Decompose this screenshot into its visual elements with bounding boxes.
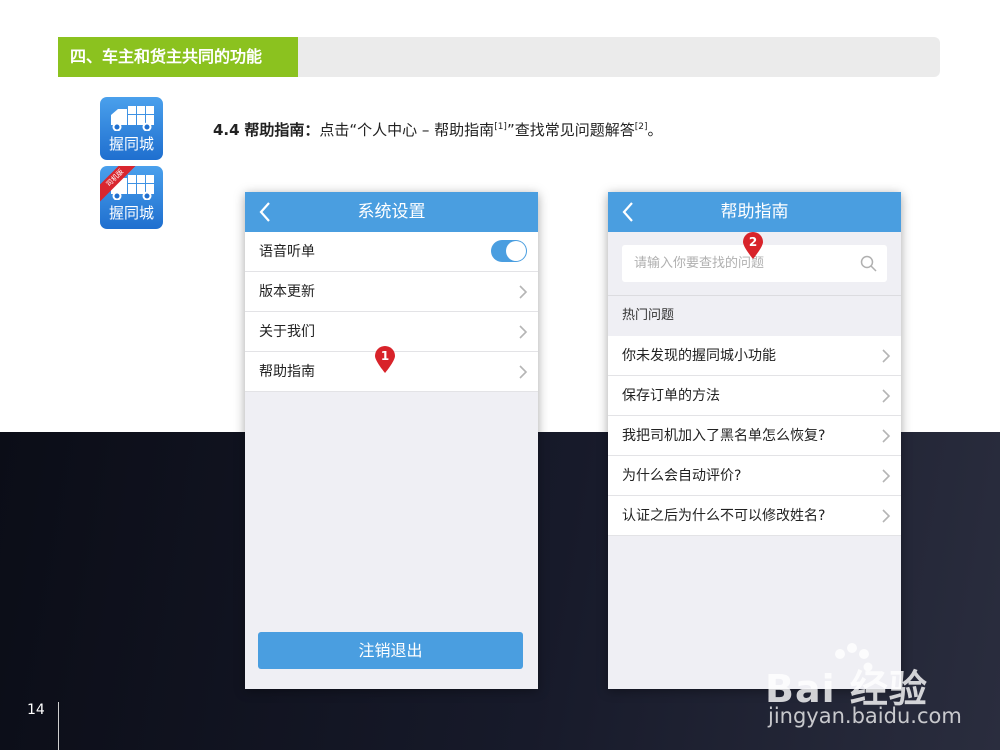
app-icon-label: 握同城	[108, 204, 154, 222]
logout-button[interactable]: 注销退出	[258, 632, 523, 669]
hot-questions-label: 热门问题	[622, 308, 675, 323]
question-label: 我把司机加入了黑名单怎么恢复?	[622, 428, 826, 444]
settings-row-version-update[interactable]: 版本更新	[245, 272, 538, 312]
question-row[interactable]: 我把司机加入了黑名单怎么恢复?	[608, 416, 901, 456]
instruction-body-mid: ”查找常见问题解答	[506, 121, 635, 139]
help-navbar: 帮助指南	[608, 192, 901, 232]
instruction-text: 4.4 帮助指南：点击“个人中心 – 帮助指南[1]”查找常见问题解答[2]。	[213, 119, 662, 140]
app-icon-label: 握同城	[108, 135, 154, 153]
question-row[interactable]: 为什么会自动评价?	[608, 456, 901, 496]
instruction-body: 点击“个人中心 – 帮助指南	[319, 121, 495, 139]
page-number: 14	[27, 702, 45, 718]
app-icon-woto-driver: 司机版 握同城	[100, 166, 163, 229]
settings-row-voice[interactable]: 语音听单	[245, 232, 538, 272]
search-input[interactable]	[622, 245, 852, 282]
chevron-right-icon	[882, 389, 891, 403]
help-title: 帮助指南	[720, 202, 789, 222]
watermark-url: jingyan.baidu.com	[768, 704, 962, 728]
reference-1: [1]	[494, 122, 507, 132]
chevron-right-icon	[882, 509, 891, 523]
step-marker-2: 2	[742, 232, 764, 260]
question-label: 为什么会自动评价?	[622, 468, 742, 484]
truck-icon	[111, 106, 154, 131]
app-icon-woto: 握同城	[100, 97, 163, 160]
step-marker-number: 1	[380, 349, 390, 363]
settings-row-label: 关于我们	[259, 324, 315, 340]
settings-row-label: 帮助指南	[259, 364, 315, 380]
settings-row-label: 语音听单	[259, 244, 315, 260]
settings-title: 系统设置	[357, 202, 426, 222]
back-arrow-icon[interactable]	[255, 192, 275, 232]
step-marker-1: 1	[374, 346, 396, 374]
chevron-right-icon	[882, 469, 891, 483]
help-screen: 帮助指南 热门问题 你未发现的握同城小功能 保存订单的方法 我把司机加入了黑名单…	[608, 192, 901, 689]
question-label: 你未发现的握同城小功能	[622, 348, 776, 364]
question-row[interactable]: 你未发现的握同城小功能	[608, 336, 901, 376]
instruction-body-end: 。	[647, 121, 663, 139]
chevron-right-icon	[519, 365, 528, 379]
question-label: 认证之后为什么不可以修改姓名?	[622, 508, 826, 524]
settings-row-label: 版本更新	[259, 284, 315, 300]
back-arrow-icon[interactable]	[618, 192, 638, 232]
voice-order-toggle[interactable]	[491, 240, 527, 262]
chevron-right-icon	[519, 325, 528, 339]
reference-2: [2]	[634, 122, 648, 132]
question-row[interactable]: 认证之后为什么不可以修改姓名?	[608, 496, 901, 536]
instruction-number: 4.4	[213, 121, 240, 139]
step-marker-number: 2	[748, 235, 758, 249]
section-title: 四、车主和货主共同的功能	[58, 37, 298, 77]
chevron-right-icon	[882, 429, 891, 443]
chevron-right-icon	[882, 349, 891, 363]
instruction-heading: 帮助指南：	[244, 121, 320, 139]
question-label: 保存订单的方法	[622, 388, 720, 404]
settings-navbar: 系统设置	[245, 192, 538, 232]
settings-screen: 系统设置 语音听单 版本更新 关于我们 帮助指南 注销退出	[245, 192, 538, 689]
question-row[interactable]: 保存订单的方法	[608, 376, 901, 416]
chevron-right-icon	[519, 285, 528, 299]
section-header-bar: 四、车主和货主共同的功能	[58, 37, 940, 77]
search-icon[interactable]	[860, 255, 877, 272]
page-divider	[58, 702, 59, 750]
toggle-knob	[506, 241, 526, 261]
